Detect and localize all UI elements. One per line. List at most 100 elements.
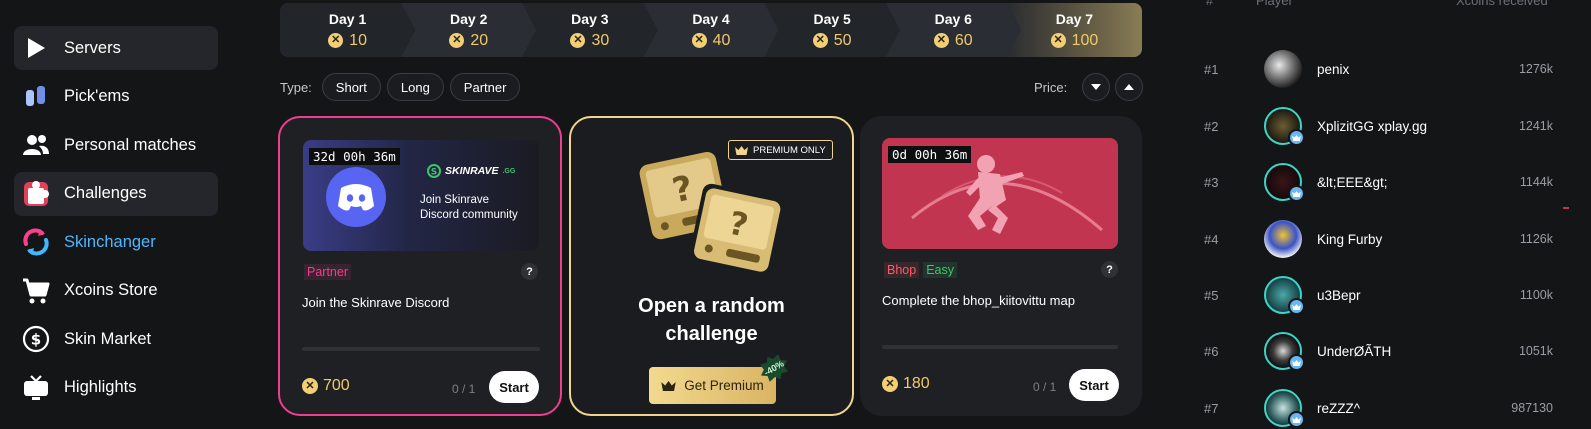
xcoin-icon: ✕ [934, 33, 949, 48]
avatar [1264, 389, 1305, 428]
player-header: Player [1256, 0, 1293, 8]
sidebar-item-challenges[interactable]: Challenges [14, 171, 218, 216]
help-icon[interactable]: ? [1101, 261, 1118, 278]
crown-icon [661, 380, 676, 391]
challenge-card-premium[interactable]: PREMIUM ONLY ? ? Open a random challenge… [569, 116, 854, 416]
sidebar-item-personal-matches[interactable]: Personal matches [14, 123, 218, 167]
cart-icon [22, 277, 50, 305]
filter-short[interactable]: Short [321, 73, 381, 101]
get-premium-button[interactable]: Get Premium [649, 367, 776, 404]
challenge-image: 32d 00h 36m S SKINRAVE .GG Join Skinrave … [303, 140, 539, 251]
leaderboard-row[interactable]: #4 King Furby 1126k [1204, 211, 1553, 267]
day-6[interactable]: Day 6 ✕ 60 [886, 3, 1021, 57]
leaderboard-row[interactable]: #3 &lt;EEE&gt; 1144k [1204, 154, 1553, 210]
leaderboard-row[interactable]: #2 XplizitGG xplay.gg 1241k [1204, 98, 1553, 154]
sidebar-item-label: Skin Market [64, 329, 152, 348]
tv-icon [22, 374, 50, 402]
premium-crown-icon [1288, 129, 1305, 146]
leaderboard-row[interactable]: #5 u3Bepr 1100k [1204, 267, 1553, 323]
leaderboard-row[interactable]: #6 UnderØÃTH 1051k [1204, 323, 1553, 379]
premium-crown-icon [1288, 411, 1305, 428]
start-button[interactable]: Start [489, 371, 539, 403]
sidebar-item-servers[interactable]: Servers [14, 26, 218, 70]
svg-text:$: $ [31, 331, 41, 349]
leaderboard-row[interactable]: #7 reZZZ^ 987130 [1204, 380, 1553, 429]
xcoin-icon: ✕ [882, 376, 898, 392]
progress-count: 0 / 1 [1033, 380, 1057, 394]
avatar [1264, 163, 1305, 202]
caret-down-icon [1091, 84, 1102, 90]
brand-name: SKINRAVE [445, 165, 499, 177]
player-name: XplizitGG xplay.gg [1317, 118, 1428, 134]
rank: #1 [1204, 61, 1219, 77]
challenge-title: Complete the bhop_kiitovittu map [882, 293, 1075, 308]
sidebar-item-highlights[interactable]: Highlights [14, 366, 218, 410]
sidebar-item-label: Highlights [64, 378, 137, 396]
pickems-icon [22, 83, 50, 111]
day-reward-value: 20 [470, 31, 489, 49]
promo-text: Join Skinrave Discord community [420, 193, 518, 223]
day-reward-value: 40 [712, 31, 731, 49]
challenge-reward: ✕ 700 [302, 377, 350, 395]
filter-partner[interactable]: Partner [449, 73, 521, 101]
sort-ascending-button[interactable] [1115, 73, 1144, 101]
tag-easy: Easy [923, 262, 957, 278]
xcoins-value: 1241k [1518, 119, 1553, 133]
get-premium-label: Get Premium [684, 378, 764, 393]
day-3[interactable]: Day 3 ✕ 30 [522, 3, 657, 57]
xcoin-icon: ✕ [813, 33, 828, 48]
sidebar-item-skin-market[interactable]: $ Skin Market [14, 317, 218, 361]
skinchanger-icon [22, 228, 50, 256]
xcoins-value: 1100k [1519, 288, 1553, 302]
brand-suffix: .GG [502, 167, 516, 175]
premium-crown-icon [1288, 354, 1305, 371]
xcoin-icon: ✕ [1050, 33, 1066, 48]
day-reward: ✕ 20 [449, 32, 488, 50]
tag-partner: Partner [304, 264, 351, 280]
premium-crown-icon [1288, 298, 1305, 315]
day-reward: ✕ 100 [1050, 32, 1098, 50]
day-label: Day 7 [1055, 10, 1094, 27]
xcoin-icon: ✕ [449, 33, 464, 48]
xcoins-value: 1276k [1518, 62, 1553, 76]
sidebar-item-xcoins-store[interactable]: Xcoins Store [14, 269, 218, 313]
sidebar-item-skinchanger[interactable]: Skinchanger [14, 220, 218, 264]
avatar [1264, 107, 1305, 146]
player-name: u3Bepr [1317, 287, 1361, 303]
day-label: Day 1 [328, 10, 367, 27]
day-label: Day 3 [571, 10, 609, 27]
premium-title-line: challenge [665, 323, 758, 345]
help-icon[interactable]: ? [521, 263, 538, 280]
leaderboard-row[interactable]: #1 penix 1276k [1204, 41, 1553, 97]
type-label: Type: [280, 79, 312, 95]
day-1[interactable]: Day 1 ✕ 10 [280, 3, 415, 57]
day-2[interactable]: Day 2 ✕ 20 [401, 3, 536, 57]
challenge-card-bhop[interactable]: 0d 00h 36m Bhop Easy ? Complete the bhop… [860, 116, 1142, 416]
sort-descending-button[interactable] [1082, 73, 1111, 101]
day-label: Day 2 [450, 10, 488, 27]
day-reward-value: 50 [833, 31, 852, 49]
tag-bhop: Bhop [884, 262, 920, 278]
challenge-card-partner[interactable]: 32d 00h 36m S SKINRAVE .GG Join Skinrave … [278, 116, 562, 416]
progress-bar [882, 345, 1118, 349]
player-name: UnderØÃTH [1317, 343, 1392, 359]
player-name: penix [1317, 61, 1350, 77]
filter-long[interactable]: Long [386, 73, 444, 101]
sidebar-item-pickems[interactable]: Pick'ems [14, 75, 218, 119]
promo-line: Discord community [420, 209, 518, 221]
promo-line: Join Skinrave [420, 194, 490, 206]
day-reward: ✕ 30 [570, 32, 609, 50]
day-7[interactable]: Day 7 ✕ 100 [1006, 3, 1142, 57]
avatar [1264, 220, 1302, 258]
day-4[interactable]: Day 4 ✕ 40 [643, 3, 778, 57]
mystery-box-icon: ? ? [639, 151, 785, 276]
avatar [1264, 276, 1305, 315]
start-button[interactable]: Start [1069, 369, 1119, 401]
sidebar-item-label: Personal matches [64, 135, 197, 154]
reward-value: 700 [323, 377, 350, 394]
xcoins-value: 1144k [1519, 175, 1553, 189]
avatar [1264, 332, 1305, 371]
dollar-icon: $ [22, 325, 50, 353]
day-5[interactable]: Day 5 ✕ 50 [765, 3, 900, 57]
premium-title-line: Open a random [638, 295, 785, 317]
